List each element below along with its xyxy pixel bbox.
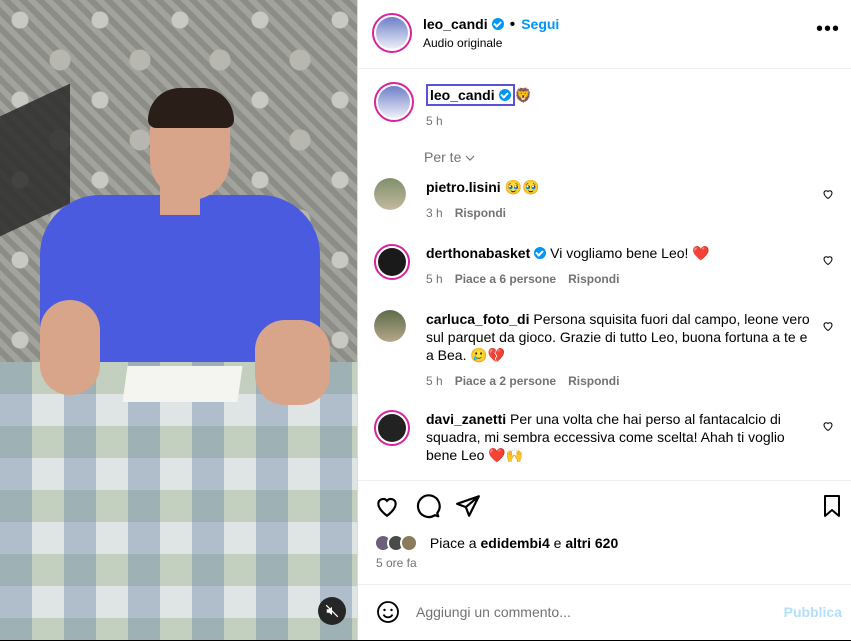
video-person-arm-left [40, 300, 100, 395]
caption-time[interactable]: 5 h [426, 114, 443, 128]
reply-button[interactable]: Rispondi [568, 272, 619, 286]
heart-icon[interactable] [822, 188, 834, 200]
more-options-icon[interactable]: ••• [816, 19, 840, 39]
video-person-hair [148, 88, 234, 128]
verified-badge-icon [534, 247, 547, 259]
heart-icon[interactable] [822, 254, 834, 266]
comment-input[interactable]: Aggiungi un commento... [416, 604, 571, 620]
post-timestamp[interactable]: 5 ore fa [376, 556, 417, 570]
comment-text: Vi vogliamo bene Leo! ❤️ [550, 245, 710, 261]
bookmark-icon[interactable] [820, 493, 844, 519]
comment-username[interactable]: derthonabasket [426, 245, 530, 261]
separator-dot: • [509, 16, 516, 33]
comment-likes[interactable]: Piace a 6 persone [455, 272, 556, 286]
post-header: leo_candi • Segui Audio originale ••• [358, 0, 851, 69]
emoji-smiley-icon[interactable] [376, 600, 400, 624]
post-video[interactable] [0, 0, 357, 640]
verified-badge-icon [498, 89, 511, 101]
comments-sort-dropdown[interactable]: Per te [424, 149, 475, 165]
post-side-panel: leo_candi • Segui Audio originale ••• leo_… [357, 0, 851, 640]
video-person-arm-right [255, 320, 330, 405]
comment-time[interactable]: 5 h [426, 272, 443, 286]
audio-label[interactable]: Audio originale [423, 36, 502, 50]
liker-avatars [374, 534, 426, 552]
add-comment-bar: Aggiungi un commento... Pubblica [358, 584, 851, 641]
video-paper [122, 366, 243, 402]
comment-time[interactable]: 5 h [426, 374, 443, 388]
likes-others[interactable]: altri 620 [565, 535, 618, 551]
commenter-avatar[interactable] [374, 178, 406, 210]
speaker-muted-icon [325, 604, 339, 618]
publish-button[interactable]: Pubblica [784, 604, 842, 620]
likes-middle: e [549, 535, 566, 551]
likes-summary[interactable]: Piace a edidembi4 e altri 620 [374, 534, 618, 552]
mute-button[interactable] [318, 597, 346, 625]
commenter-avatar[interactable] [374, 244, 410, 280]
comment-username[interactable]: davi_zanetti [426, 411, 506, 427]
instagram-post-modal: leo_candi • Segui Audio originale ••• leo_… [0, 0, 851, 640]
paper-plane-icon[interactable] [455, 493, 481, 519]
author-username[interactable]: leo_candi [423, 16, 488, 32]
comments-list: leo_candi 🦁 5 h Per te pietro.lisini 🥹🥹 3… [358, 69, 851, 479]
comment-username[interactable]: pietro.lisini [426, 179, 501, 195]
commenter-avatar[interactable] [374, 310, 406, 342]
comment-likes[interactable]: Piace a 2 persone [455, 374, 556, 388]
caption-text: 🦁 [514, 87, 533, 103]
comment-icon[interactable] [415, 493, 441, 519]
heart-icon[interactable] [822, 420, 834, 432]
sort-label: Per te [424, 149, 466, 165]
heart-icon[interactable] [822, 320, 834, 332]
comment-text: 🥹🥹 [504, 179, 540, 195]
liker-username[interactable]: edidembi4 [480, 535, 549, 551]
reply-button[interactable]: Rispondi [455, 206, 506, 220]
post-actions [358, 480, 851, 531]
reply-button[interactable]: Rispondi [568, 374, 619, 388]
chevron-down-icon [465, 155, 475, 162]
caption-avatar[interactable] [374, 82, 414, 122]
caption-username[interactable]: leo_candi [430, 87, 495, 103]
author-avatar[interactable] [372, 13, 412, 53]
heart-icon[interactable] [374, 493, 400, 519]
comment-username[interactable]: carluca_foto_di [426, 311, 529, 327]
likes-prefix: Piace a [429, 535, 481, 551]
follow-button[interactable]: Segui [521, 16, 559, 32]
comment-time[interactable]: 3 h [426, 206, 443, 220]
commenter-avatar[interactable] [374, 410, 410, 446]
verified-badge-icon [491, 18, 504, 30]
author-line: leo_candi • Segui [423, 16, 559, 34]
